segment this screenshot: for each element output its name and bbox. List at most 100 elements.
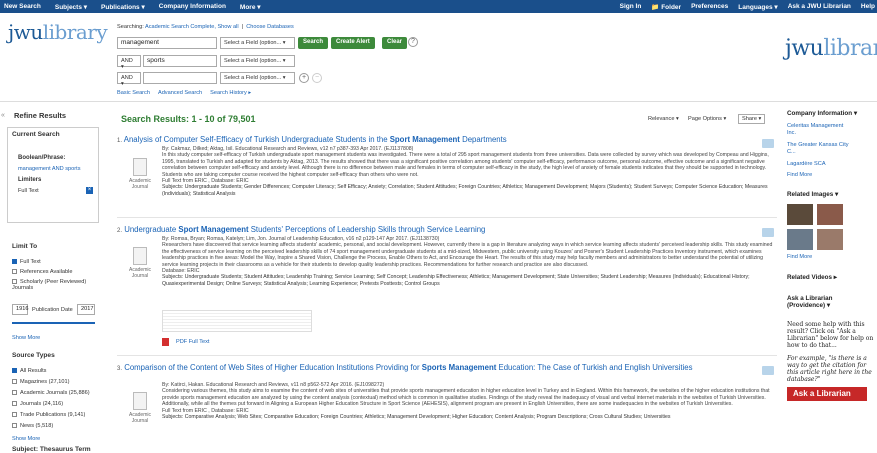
result-3-type: Academic Journal [129,412,151,424]
result-1-body: By: Cakmaz, Dilked; Aktag, Isil. Educati… [162,146,780,197]
source-magazines[interactable]: Magazines (27,101) [12,379,69,385]
pdf-icon[interactable] [162,338,169,346]
nav-company-information[interactable]: Company Information [159,3,226,11]
result-divider [117,355,777,356]
limiters-label: Limiters [18,177,42,183]
current-search-heading[interactable]: Current Search [12,131,60,138]
nav-new-search[interactable]: New Search [4,3,41,11]
databases-link[interactable]: Academic Search Complete, Show all [145,24,239,30]
result-1: 1. Analysis of Computer Self-Efficacy of… [117,135,767,144]
page-options[interactable]: Page Options ▾ [688,116,726,122]
current-query-link[interactable]: management AND sports [18,166,81,172]
result-divider [117,217,777,218]
add-to-folder-icon[interactable] [762,139,774,148]
nav-subjects[interactable]: Subjects ▾ [55,3,87,11]
related-image-4[interactable] [817,229,843,250]
result-1-title[interactable]: 1. Analysis of Computer Self-Efficacy of… [117,135,767,144]
result-1-type: Academic Journal [129,178,151,190]
limit-to-heading[interactable]: Limit To [12,243,37,250]
clear-button[interactable]: Clear [382,37,408,49]
date-slider[interactable] [12,322,95,324]
sort-relevance[interactable]: Relevance ▾ [648,116,679,122]
basic-search-link[interactable]: Basic Search [117,90,150,96]
company-1[interactable]: Celeritas Management Inc. [787,123,849,136]
company-3[interactable]: Lagardère SCA [787,161,877,167]
help-icon[interactable]: ? [408,37,418,47]
current-search-panel [7,127,99,223]
search-input-3[interactable] [143,72,217,84]
related-images-heading[interactable]: Related Images ▾ [787,191,877,198]
source-journals[interactable]: Journals (24,116) [12,401,63,407]
source-academic-journals[interactable]: Academic Journals (25,886) [12,390,90,396]
help-link[interactable]: Help [861,3,875,11]
field-select-2[interactable]: Select a Field (option... ▾ [220,55,295,67]
limiter-full-text: Full Text [18,188,39,194]
limit-references[interactable]: References Available [12,269,72,275]
source-news[interactable]: News (5,518) [12,423,53,429]
limit-full-text[interactable]: Full Text [12,259,41,265]
folder-link[interactable]: 📁 Folder [651,3,681,11]
search-input-2[interactable]: sports [143,55,217,67]
search-links: Basic Search Advanced Search Search Hist… [117,90,251,96]
result-3: 3. Comparison of the Content of Web Site… [117,363,757,372]
source-trade-publications[interactable]: Trade Publications (9,141) [12,412,85,418]
related-image-1[interactable] [787,204,813,225]
result-2-thumbnail[interactable] [133,247,147,265]
sign-in-link[interactable]: Sign In [620,3,642,11]
results-count: Search Results: 1 - 10 of 79,501 [121,114,256,124]
related-image-3[interactable] [787,229,813,250]
related-images [787,204,877,225]
related-image-2[interactable] [817,204,843,225]
result-3-title[interactable]: 3. Comparison of the Content of Web Site… [117,363,757,372]
date-to-input[interactable]: 2017 [77,304,95,315]
bool-select-2[interactable]: AND ▾ [117,55,141,70]
add-to-folder-icon[interactable] [762,366,774,375]
show-more-limiters[interactable]: Show More [12,335,40,341]
date-from-input[interactable]: 1916 [12,304,28,315]
ask-librarian-heading[interactable]: Ask a Librarian (Providence) ▾ [787,295,857,309]
ask-librarian-button[interactable]: Ask a Librarian [787,387,867,401]
search-history-link[interactable]: Search History ▸ [210,90,251,96]
related-videos-heading[interactable]: Related Videos ▸ [787,274,877,281]
collapse-left-icon[interactable]: « [1,112,5,119]
ask-librarian-text: Need some help with this result? Click o… [787,321,874,349]
images-find-more[interactable]: Find More [787,254,877,260]
choose-databases-link[interactable]: Choose Databases [246,24,294,30]
result-2-body: By: Romsa, Bryan; Romsa, Katelyn; Lim, J… [162,236,780,287]
result-1-thumbnail[interactable] [133,158,147,176]
advanced-search-link[interactable]: Advanced Search [158,90,202,96]
ask-librarian-link[interactable]: Ask a JWU Librarian [788,3,851,11]
result-3-abstract: Considering various themes, this study a… [162,388,770,408]
result-3-thumbnail[interactable] [133,392,147,410]
source-all-results[interactable]: All Results [12,368,46,374]
company-2[interactable]: The Greater Kansas City C... [787,142,849,155]
preferences-link[interactable]: Preferences [691,3,728,11]
result-2-title[interactable]: 2. Undergraduate Sport Management Studen… [117,225,767,234]
source-types-heading[interactable]: Source Types [12,352,55,359]
library-logo[interactable]: jwulibrary [8,20,108,44]
show-more-sources[interactable]: Show More [12,436,40,442]
company-find-more[interactable]: Find More [787,172,877,178]
search-button[interactable]: Search [298,37,329,49]
create-alert-button[interactable]: Create Alert [331,37,375,49]
nav-publications[interactable]: Publications ▾ [101,3,145,11]
nav-more[interactable]: More ▾ [240,3,261,11]
field-select-1[interactable]: Select a Field (option... ▾ [220,37,295,49]
company-info-heading[interactable]: Company Information ▾ [787,110,877,117]
searching-databases: Searching: Academic Search Complete, Sho… [117,24,294,30]
share-button[interactable]: Share ▾ [738,114,766,124]
languages-menu[interactable]: Languages ▾ [738,3,777,11]
publication-date-label: Publication Date [32,307,73,313]
field-select-3[interactable]: Select a Field (option... ▾ [220,72,295,84]
boolean-phrase-label: Boolean/Phrase: [18,155,66,161]
bool-select-3[interactable]: AND ▾ [117,72,141,87]
remove-limiter-icon[interactable]: × [86,187,93,194]
ask-librarian-example: For example, "is there is a way to get t… [787,355,872,383]
pdf-full-text-link[interactable]: PDF Full Text [176,339,209,345]
search-input-1[interactable]: management [117,37,217,49]
add-to-folder-icon[interactable] [762,228,774,237]
limit-scholarly[interactable]: Scholarly (Peer Reviewed) Journals [12,279,102,291]
remove-row-icon[interactable]: − [312,73,322,83]
add-row-icon[interactable]: + [299,73,309,83]
result-2-table-preview[interactable] [162,310,312,332]
